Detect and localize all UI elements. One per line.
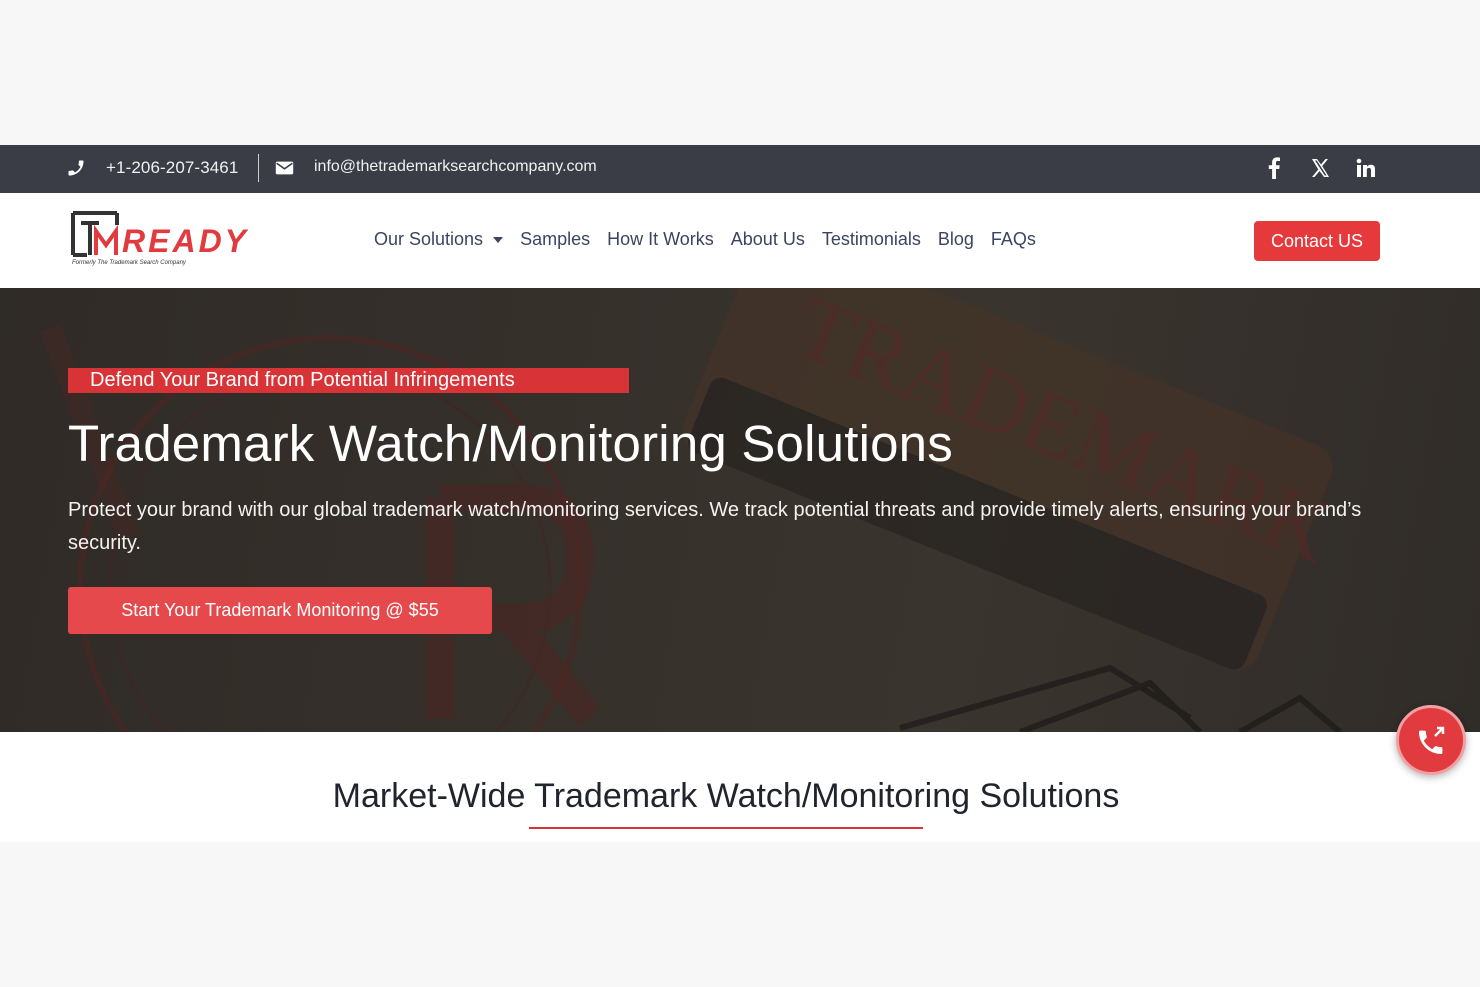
nav-our-solutions-label: Our Solutions xyxy=(374,229,484,249)
phone-icon xyxy=(68,160,84,176)
phone-call-icon xyxy=(1419,726,1445,754)
tm-logo-mark xyxy=(71,211,119,257)
nav-our-solutions[interactable]: Our Solutions xyxy=(374,229,504,250)
website-frame: +1-206-207-3461 info@thetrademarksearchc… xyxy=(0,145,1480,842)
nav-blog[interactable]: Blog xyxy=(938,229,974,250)
nav-about-us[interactable]: About Us xyxy=(731,229,805,250)
hero-description: Protect your brand with our global trade… xyxy=(68,499,1362,554)
phone-number-link[interactable]: +1-206-207-3461 xyxy=(106,158,238,178)
nav-samples[interactable]: Samples xyxy=(520,229,590,250)
start-monitoring-button[interactable]: Start Your Trademark Monitoring @ $55 xyxy=(68,587,492,634)
top-contact-bar: +1-206-207-3461 info@thetrademarksearchc… xyxy=(0,145,1480,193)
chevron-down-icon xyxy=(493,237,504,244)
section-title-underline xyxy=(529,827,923,829)
main-header: READY Formerly The Trademark Search Comp… xyxy=(0,193,1480,288)
linkedin-icon[interactable] xyxy=(1354,156,1378,180)
email-link[interactable]: info@thetrademarksearchcompany.com xyxy=(314,158,597,176)
hero-tagline-badge: Defend Your Brand from Potential Infring… xyxy=(68,368,629,393)
nav-faqs[interactable]: FAQs xyxy=(991,229,1036,250)
x-icon[interactable] xyxy=(1308,156,1332,180)
logo-wordmark: READY xyxy=(122,223,250,259)
hero-section: TRADEMARK Defend Your Brand from Potenti… xyxy=(0,288,1480,732)
company-logo[interactable]: READY Formerly The Trademark Search Comp… xyxy=(70,209,246,271)
facebook-icon[interactable] xyxy=(1262,156,1286,180)
call-floating-button[interactable] xyxy=(1396,705,1466,775)
logo-tagline: Formerly The Trademark Search Company xyxy=(72,260,186,266)
envelope-icon xyxy=(275,161,294,175)
nav-testimonials[interactable]: Testimonials xyxy=(822,229,921,250)
contact-us-button[interactable]: Contact US xyxy=(1254,221,1380,261)
section-title: Market-Wide Trademark Watch/Monitoring S… xyxy=(332,777,1120,815)
hero-title: Trademark Watch/Monitoring Solutions xyxy=(68,415,953,472)
topbar-divider xyxy=(258,154,259,182)
main-navigation: Our Solutions Samples How It Works About… xyxy=(374,229,1053,250)
nav-how-it-works[interactable]: How It Works xyxy=(607,229,714,250)
